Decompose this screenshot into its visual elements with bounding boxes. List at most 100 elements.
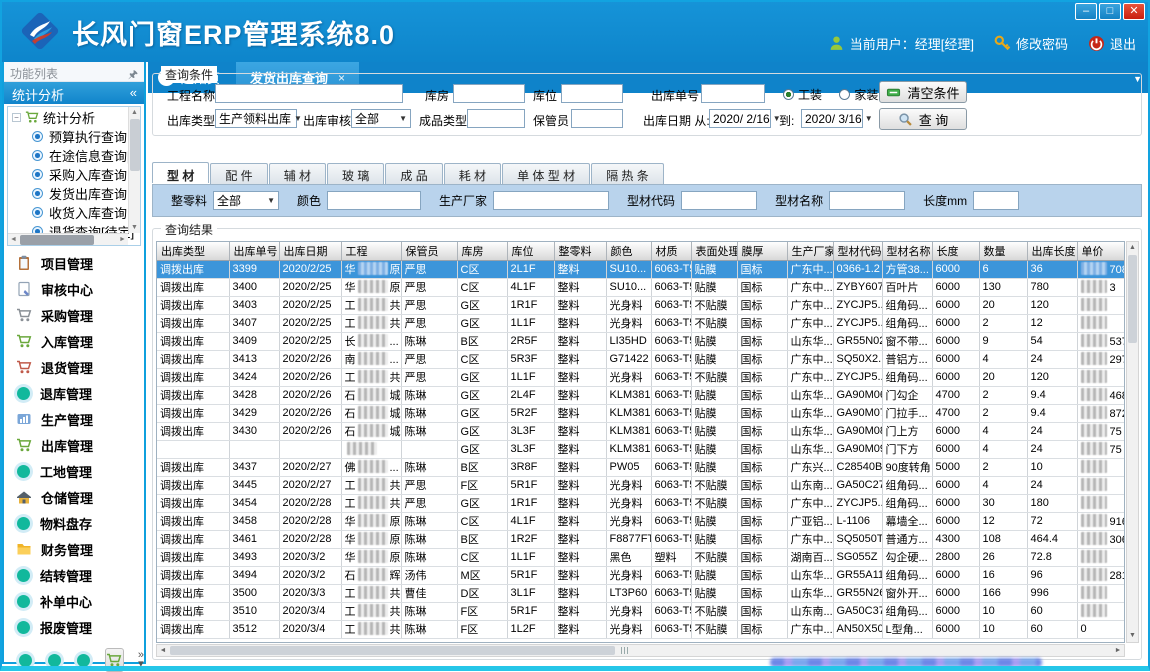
more-modules-button[interactable]: »▾: [138, 651, 144, 669]
material-tab-配件[interactable]: 配 件: [210, 163, 267, 184]
column-header-颜色[interactable]: 颜色: [606, 242, 651, 260]
table-row[interactable]: 调拨出库34942020/3/2石辉城汤伟M区5R1F整料光身料6063-T5贴…: [157, 566, 1125, 584]
table-row[interactable]: G区3L3F整料KLM38176063-T5贴膜国标山东华...GA90M09.…: [157, 440, 1125, 458]
product-type-input[interactable]: [467, 109, 525, 128]
close-button[interactable]: ✕: [1123, 3, 1145, 20]
material-tab-隔热条[interactable]: 隔 热 条: [591, 163, 664, 184]
logout-button[interactable]: 退出: [1088, 34, 1136, 53]
column-header-长度[interactable]: 长度: [932, 242, 979, 260]
column-header-单价[interactable]: 单价: [1077, 242, 1125, 260]
sidebar-item-生产管理[interactable]: 生产管理: [4, 406, 144, 432]
sidebar-item-仓储管理[interactable]: 仓储管理: [4, 484, 144, 510]
manufacturer-input[interactable]: [493, 191, 609, 210]
tree-root-statistics[interactable]: − 统计分析: [8, 107, 140, 127]
column-header-数量[interactable]: 数量: [979, 242, 1027, 260]
material-tab-型材[interactable]: 型 材: [152, 162, 209, 183]
table-row[interactable]: 调拨出库34282020/2/26石城陈琳G区2L4F整料KLM38176063…: [157, 386, 1125, 404]
table-row[interactable]: 调拨出库35122020/3/4工共工程陈琳F区1L2F整料光身料6063-T5…: [157, 620, 1125, 638]
table-row[interactable]: 调拨出库34302020/2/26石城陈琳G区3L3F整料KLM38176063…: [157, 422, 1125, 440]
scroll-up-icon[interactable]: ▲: [129, 107, 140, 118]
tree-vertical-scrollbar[interactable]: ▲ ▼: [128, 107, 140, 233]
column-header-库位[interactable]: 库位: [507, 242, 554, 260]
sidebar-item-入库管理[interactable]: 入库管理: [4, 328, 144, 354]
table-row[interactable]: 调拨出库34452020/2/27工共工程严思F区5R1F整料光身料6063-T…: [157, 476, 1125, 494]
table-row[interactable]: 调拨出库34242020/2/26工共工程严思G区1L1F整料光身料6063-T…: [157, 368, 1125, 386]
grid-vertical-scrollbar[interactable]: ▲ ▼: [1126, 241, 1139, 643]
change-password-button[interactable]: 修改密码: [994, 34, 1068, 53]
column-header-膜厚[interactable]: 膜厚: [737, 242, 787, 260]
sidebar-item-物料盘存[interactable]: 物料盘存: [4, 510, 144, 536]
column-header-材质[interactable]: 材质: [651, 242, 691, 260]
search-button[interactable]: 查 询: [879, 108, 967, 130]
outbound-type-select[interactable]: 生产领料出库▼: [215, 109, 297, 128]
sidebar-item-退库管理[interactable]: 退库管理: [4, 380, 144, 406]
project-name-input[interactable]: [215, 84, 403, 103]
table-row[interactable]: 调拨出库35002020/3/3工共工程曹佳D区3L1F整料LT3P606063…: [157, 584, 1125, 602]
material-tab-成品[interactable]: 成 品: [385, 163, 442, 184]
length-input[interactable]: [973, 191, 1019, 210]
sidebar-item-财务管理[interactable]: 财务管理: [4, 536, 144, 562]
column-header-出库长度[interactable]: 出库长度: [1027, 242, 1077, 260]
clear-conditions-button[interactable]: 清空条件: [879, 81, 967, 103]
table-row[interactable]: 调拨出库34292020/2/26石城陈琳G区5R2F整料KLM38176063…: [157, 404, 1125, 422]
part-type-select[interactable]: 全部▼: [213, 191, 279, 210]
table-row[interactable]: 调拨出库35102020/3/4工共工程陈琳F区5R1F整料光身料6063-T5…: [157, 602, 1125, 620]
table-row[interactable]: 调拨出库34002020/2/25华原...严思C区4L1F整料SU10...6…: [157, 278, 1125, 296]
tree-horizontal-scrollbar[interactable]: ◄ ►: [8, 233, 128, 245]
table-row[interactable]: 调拨出库34072020/2/25工共工程严思G区1L1F整料光身料6063-T…: [157, 314, 1125, 332]
cart-shortcut-button[interactable]: [105, 648, 124, 672]
column-header-型材名称[interactable]: 型材名称: [882, 242, 932, 260]
column-header-保管员[interactable]: 保管员: [401, 242, 457, 260]
table-row[interactable]: 调拨出库34092020/2/25长...陈琳B区2R5F整料LI35HD606…: [157, 332, 1125, 350]
collapse-icon[interactable]: «: [130, 85, 137, 100]
outbound-audit-select[interactable]: 全部▼: [351, 109, 411, 128]
keeper-input[interactable]: [571, 109, 623, 128]
table-row[interactable]: 调拨出库34932020/3/2华原...陈琳C区1L1F整料黑色塑料不贴膜国标…: [157, 548, 1125, 566]
tree-expand-icon[interactable]: −: [12, 113, 21, 122]
column-header-工程[interactable]: 工程: [341, 242, 401, 260]
material-tab-单体型材[interactable]: 单 体 型 材: [502, 163, 590, 184]
sidebar-item-出库管理[interactable]: 出库管理: [4, 432, 144, 458]
table-row[interactable]: 调拨出库33992020/2/25华原...严思C区2L1F整料SU10...6…: [157, 260, 1125, 278]
sidebar-item-报废管理[interactable]: 报废管理: [4, 614, 144, 640]
location-input[interactable]: [561, 84, 623, 103]
tree-item[interactable]: 预算执行查询: [8, 127, 140, 146]
profile-name-input[interactable]: [829, 191, 905, 210]
sidebar-item-补单中心[interactable]: 补单中心: [4, 588, 144, 614]
column-header-出库日期[interactable]: 出库日期: [279, 242, 341, 260]
column-header-出库类型[interactable]: 出库类型: [157, 242, 229, 260]
radio-jiazhuang[interactable]: 家装: [839, 86, 878, 103]
minimize-button[interactable]: –: [1075, 3, 1097, 20]
column-header-型材代码[interactable]: 型材代码: [833, 242, 882, 260]
sidebar-item-项目管理[interactable]: 项目管理: [4, 250, 144, 276]
table-row[interactable]: 调拨出库34582020/2/28华原...陈琳C区4L1F整料光身料6063-…: [157, 512, 1125, 530]
sidebar-item-退货管理[interactable]: 退货管理: [4, 354, 144, 380]
material-tab-辅材[interactable]: 辅 材: [269, 163, 326, 184]
material-tab-玻璃[interactable]: 玻 璃: [327, 163, 384, 184]
grid-horizontal-scrollbar[interactable]: ◄ ►: [156, 644, 1125, 657]
date-to-picker[interactable]: 2020/ 3/16▼: [801, 109, 863, 128]
warehouse-input[interactable]: [453, 84, 525, 103]
sidebar-item-审核中心[interactable]: 审核中心: [4, 276, 144, 302]
tree-item[interactable]: 在途信息查询[待: [8, 146, 140, 165]
module-dot-icon[interactable]: [19, 654, 32, 667]
scroll-left-icon[interactable]: ◄: [157, 645, 169, 657]
date-from-picker[interactable]: 2020/ 2/16▼: [709, 109, 771, 128]
table-row[interactable]: 调拨出库34542020/2/28工共工程严思G区1R1F整料光身料6063-T…: [157, 494, 1125, 512]
column-header-整零料[interactable]: 整零料: [554, 242, 606, 260]
tree-item[interactable]: 采购入库查询: [8, 165, 140, 184]
table-row[interactable]: 调拨出库34612020/2/28华原...陈琳B区1R2F整料F8877FT6…: [157, 530, 1125, 548]
table-row[interactable]: 调拨出库34372020/2/27佛...陈琳B区3R8F整料PW056063-…: [157, 458, 1125, 476]
column-header-出库单号[interactable]: 出库单号: [229, 242, 279, 260]
scroll-down-icon[interactable]: ▼: [1127, 630, 1138, 642]
column-header-库房[interactable]: 库房: [457, 242, 507, 260]
profile-code-input[interactable]: [681, 191, 757, 210]
color-input[interactable]: [327, 191, 421, 210]
table-row[interactable]: 调拨出库34132020/2/26南...严思C区5R3F整料G71422606…: [157, 350, 1125, 368]
sidebar-item-采购管理[interactable]: 采购管理: [4, 302, 144, 328]
material-tab-耗材[interactable]: 耗 材: [444, 163, 501, 184]
tree-item[interactable]: 发货出库查询: [8, 184, 140, 203]
maximize-button[interactable]: □: [1099, 3, 1121, 20]
column-header-生产厂家[interactable]: 生产厂家: [787, 242, 833, 260]
scroll-down-icon[interactable]: ▼: [129, 222, 140, 233]
